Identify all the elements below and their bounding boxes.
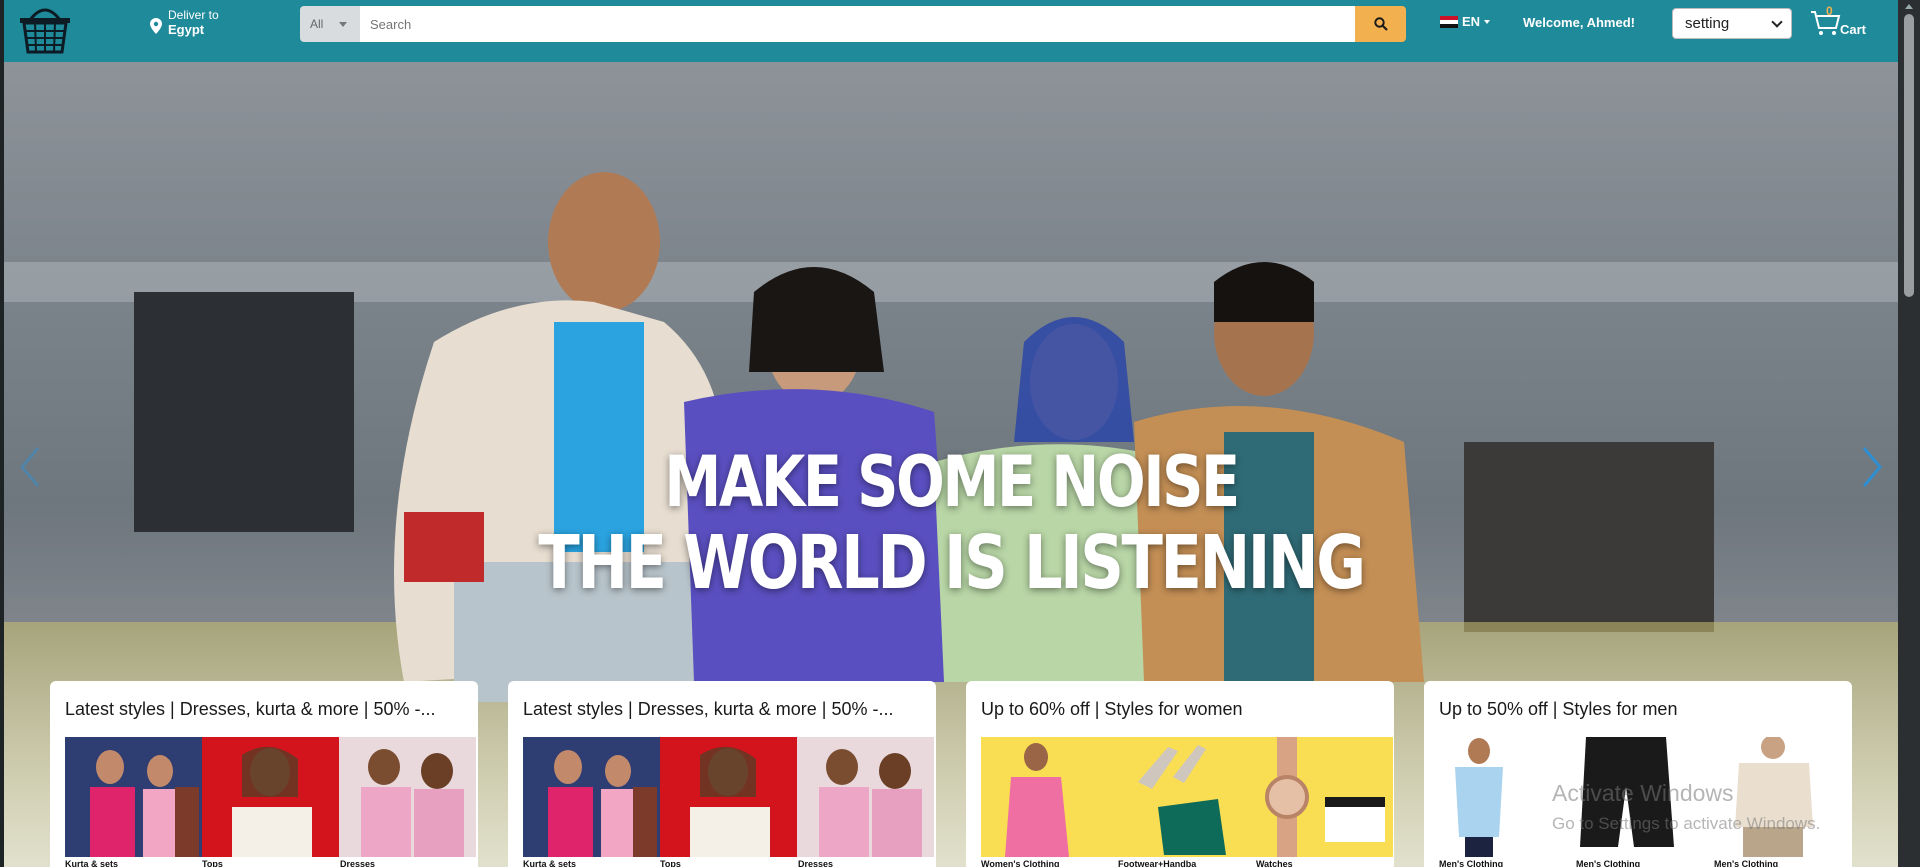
- deliver-label: Deliver to: [168, 8, 219, 22]
- product-image[interactable]: [660, 737, 797, 857]
- category-caption: Footwear+Handba: [1118, 859, 1197, 867]
- product-image[interactable]: [65, 737, 202, 857]
- activate-windows-title: Activate Windows: [1552, 780, 1734, 806]
- category-caption: Men's Clothing: [1439, 859, 1504, 867]
- search-bar: All: [300, 6, 1406, 42]
- scrollbar-thumb[interactable]: [1904, 14, 1914, 297]
- cart-label: Cart: [1840, 22, 1867, 37]
- product-image[interactable]: [1118, 737, 1255, 857]
- category-caption: Tops: [202, 859, 223, 867]
- deliver-country: Egypt: [168, 22, 205, 37]
- hero-headline-line1: MAKE SOME NOISE: [664, 441, 1240, 523]
- search-category-select[interactable]: All: [300, 6, 360, 42]
- category-caption: Kurta & sets: [523, 859, 577, 867]
- category-caption: Kurta & sets: [65, 859, 119, 867]
- category-caption: Men's Clothing: [1714, 859, 1779, 867]
- product-image[interactable]: [1255, 737, 1392, 857]
- category-caption: Women's Clothing: [981, 859, 1060, 867]
- promo-card-title: Up to 60% off | Styles for women: [981, 699, 1243, 719]
- activate-windows-subtitle: Go to Settings to activate Windows.: [1552, 814, 1821, 833]
- setting-select-value: setting: [1685, 15, 1730, 32]
- cart-count: 0: [1826, 4, 1833, 18]
- hero-model-image: [394, 172, 1424, 702]
- carousel-prev-icon[interactable]: [16, 442, 46, 492]
- top-navbar: Deliver to Egypt All EN W: [4, 0, 1898, 62]
- location-pin-icon: [150, 18, 162, 34]
- promo-card[interactable]: Latest styles | Dresses, kurta & more | …: [50, 681, 478, 867]
- category-caption: Tops: [660, 859, 681, 867]
- scroll-up-icon[interactable]: [1905, 4, 1913, 9]
- search-input[interactable]: [360, 6, 1355, 42]
- welcome-text[interactable]: Welcome, Ahmed!: [1523, 15, 1635, 30]
- category-caption: Dresses: [340, 859, 376, 867]
- promo-card[interactable]: Up to 60% off | Styles for women Women's…: [966, 681, 1394, 867]
- promo-card-images: [981, 737, 1393, 857]
- promo-card-images: [523, 737, 935, 857]
- carousel-next-icon[interactable]: [1856, 442, 1886, 492]
- promo-card[interactable]: Latest styles | Dresses, kurta & more | …: [508, 681, 936, 867]
- setting-select[interactable]: setting: [1672, 8, 1792, 39]
- page: Deliver to Egypt All EN W: [0, 0, 1920, 867]
- product-image[interactable]: [981, 737, 1118, 857]
- basket-logo-icon[interactable]: [14, 0, 76, 56]
- chevron-down-icon: [1484, 19, 1491, 24]
- search-category-value: All: [310, 17, 324, 31]
- category-caption: Watches: [1256, 859, 1293, 867]
- page-scrollbar[interactable]: [1898, 0, 1920, 867]
- product-image[interactable]: [797, 737, 934, 857]
- chevron-down-icon: [1771, 15, 1783, 28]
- promo-card-title: Latest styles | Dresses, kurta & more | …: [65, 699, 436, 719]
- product-image[interactable]: [202, 737, 339, 857]
- promo-card-images: [65, 737, 477, 857]
- promo-card-title: Latest styles | Dresses, kurta & more | …: [523, 699, 894, 719]
- promo-card[interactable]: Up to 50% off | Styles for men Men's Clo…: [1424, 681, 1852, 867]
- deliver-to[interactable]: Deliver to Egypt: [150, 8, 219, 37]
- product-image[interactable]: [523, 737, 660, 857]
- language-label: EN: [1462, 14, 1481, 29]
- egypt-flag-icon: [1440, 15, 1458, 28]
- hero-headline: MAKE SOME NOISE THE WORLD IS LISTENING: [4, 442, 1898, 604]
- chevron-down-icon: [339, 21, 348, 27]
- promo-card-title: Up to 50% off | Styles for men: [1439, 699, 1678, 719]
- language-selector[interactable]: EN: [1440, 14, 1491, 29]
- hero-headline-line2: THE WORLD IS LISTENING: [538, 520, 1366, 606]
- search-icon: [1373, 17, 1388, 31]
- category-caption: Men's Clothing: [1576, 859, 1641, 867]
- product-image[interactable]: [339, 737, 476, 857]
- search-button[interactable]: [1355, 6, 1406, 42]
- category-caption: Dresses: [798, 859, 834, 867]
- product-image[interactable]: [1713, 737, 1850, 857]
